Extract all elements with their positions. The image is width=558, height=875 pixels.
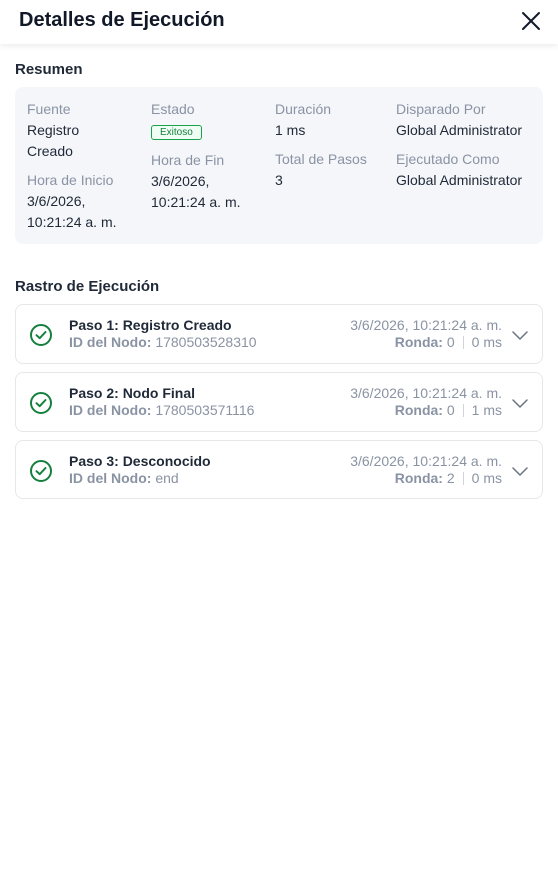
step-title: Paso 1: Registro Creado [69, 317, 232, 333]
round-label: Ronda: [394, 334, 443, 350]
page-title: Detalles de Ejecución [19, 9, 225, 31]
step-title: Paso 3: Desconocido [69, 453, 211, 469]
node-id-label: ID del Nodo: [69, 470, 152, 486]
divider [462, 472, 464, 485]
trace-step[interactable]: Paso 1: Registro Creado ID del Nodo: 178… [15, 304, 543, 364]
node-id-value: 1780503571116 [155, 402, 255, 418]
step-node: ID del Nodo: 1780503528310 [69, 334, 257, 350]
step-time: 3/6/2026, 10:21:24 a. m. [350, 385, 502, 401]
node-id-value: end [155, 470, 179, 486]
duration-value: 1 ms [275, 122, 306, 138]
round-value: 0 [446, 334, 455, 350]
step-node: ID del Nodo: end [69, 470, 179, 486]
executed-as-value: Global Administrator [396, 172, 523, 188]
source-field: Fuente Registro Creado [27, 99, 137, 162]
triggered-by-value: Global Administrator [396, 122, 523, 138]
start-time-field: Hora de Inicio 3/6/2026, 10:21:24 a. m. [27, 170, 137, 233]
start-time-value: 3/6/2026, 10:21:24 a. m. [27, 193, 117, 230]
status-badge: Exitoso [151, 125, 202, 140]
trace-step[interactable]: Paso 3: Desconocido ID del Nodo: end 3/6… [15, 440, 543, 499]
step-duration: 0 ms [471, 334, 502, 350]
round-value: 2 [446, 470, 455, 486]
summary-card: Fuente Registro Creado Hora de Inicio 3/… [15, 87, 543, 244]
drawer-header: Detalles de Ejecución [0, 0, 558, 44]
step-meta: Ronda: 0 0 ms [395, 334, 502, 350]
end-time-value: 3/6/2026, 10:21:24 a. m. [151, 173, 241, 210]
summary-title: Resumen [15, 61, 83, 78]
duration-label: Duración [275, 101, 332, 117]
chevron-down-icon[interactable] [510, 325, 530, 345]
source-label: Fuente [27, 101, 71, 117]
total-steps-label: Total de Pasos [275, 151, 367, 167]
step-meta: Ronda: 0 1 ms [395, 402, 502, 418]
check-circle-icon [30, 460, 52, 482]
trace-title: Rastro de Ejecución [15, 278, 160, 295]
divider [462, 336, 464, 349]
node-id-value: 1780503528310 [155, 334, 257, 350]
node-id-label: ID del Nodo: [69, 402, 152, 418]
executed-as-label: Ejecutado Como [396, 151, 500, 167]
close-button[interactable] [516, 8, 546, 36]
status-field: Estado Exitoso [151, 99, 261, 141]
chevron-down-icon[interactable] [510, 461, 530, 481]
source-value: Registro Creado [27, 122, 80, 159]
step-node: ID del Nodo: 1780503571116 [69, 402, 254, 418]
end-time-field: Hora de Fin 3/6/2026, 10:21:24 a. m. [151, 150, 261, 213]
triggered-by-label: Disparado Por [396, 101, 486, 117]
start-time-label: Hora de Inicio [27, 172, 114, 188]
total-steps-value: 3 [275, 172, 283, 188]
duration-field: Duración 1 ms [275, 99, 385, 141]
round-label: Ronda: [394, 402, 443, 418]
close-icon [522, 12, 540, 30]
step-time: 3/6/2026, 10:21:24 a. m. [350, 317, 502, 333]
divider [462, 404, 464, 417]
end-time-label: Hora de Fin [151, 152, 225, 168]
step-duration: 1 ms [471, 402, 502, 418]
step-duration: 0 ms [471, 470, 502, 486]
round-label: Ronda: [394, 470, 443, 486]
total-steps-field: Total de Pasos 3 [275, 149, 390, 191]
step-meta: Ronda: 2 0 ms [395, 470, 502, 486]
chevron-down-icon[interactable] [510, 393, 530, 413]
step-time: 3/6/2026, 10:21:24 a. m. [350, 453, 502, 469]
trace-step[interactable]: Paso 2: Nodo Final ID del Nodo: 17805035… [15, 372, 543, 432]
check-circle-icon [30, 392, 52, 414]
step-title: Paso 2: Nodo Final [69, 385, 196, 401]
round-value: 0 [446, 402, 455, 418]
check-circle-icon [30, 324, 52, 346]
status-label: Estado [151, 101, 195, 117]
executed-as-field: Ejecutado Como Global Administrator [396, 149, 541, 191]
triggered-by-field: Disparado Por Global Administrator [396, 99, 541, 141]
node-id-label: ID del Nodo: [69, 334, 152, 350]
